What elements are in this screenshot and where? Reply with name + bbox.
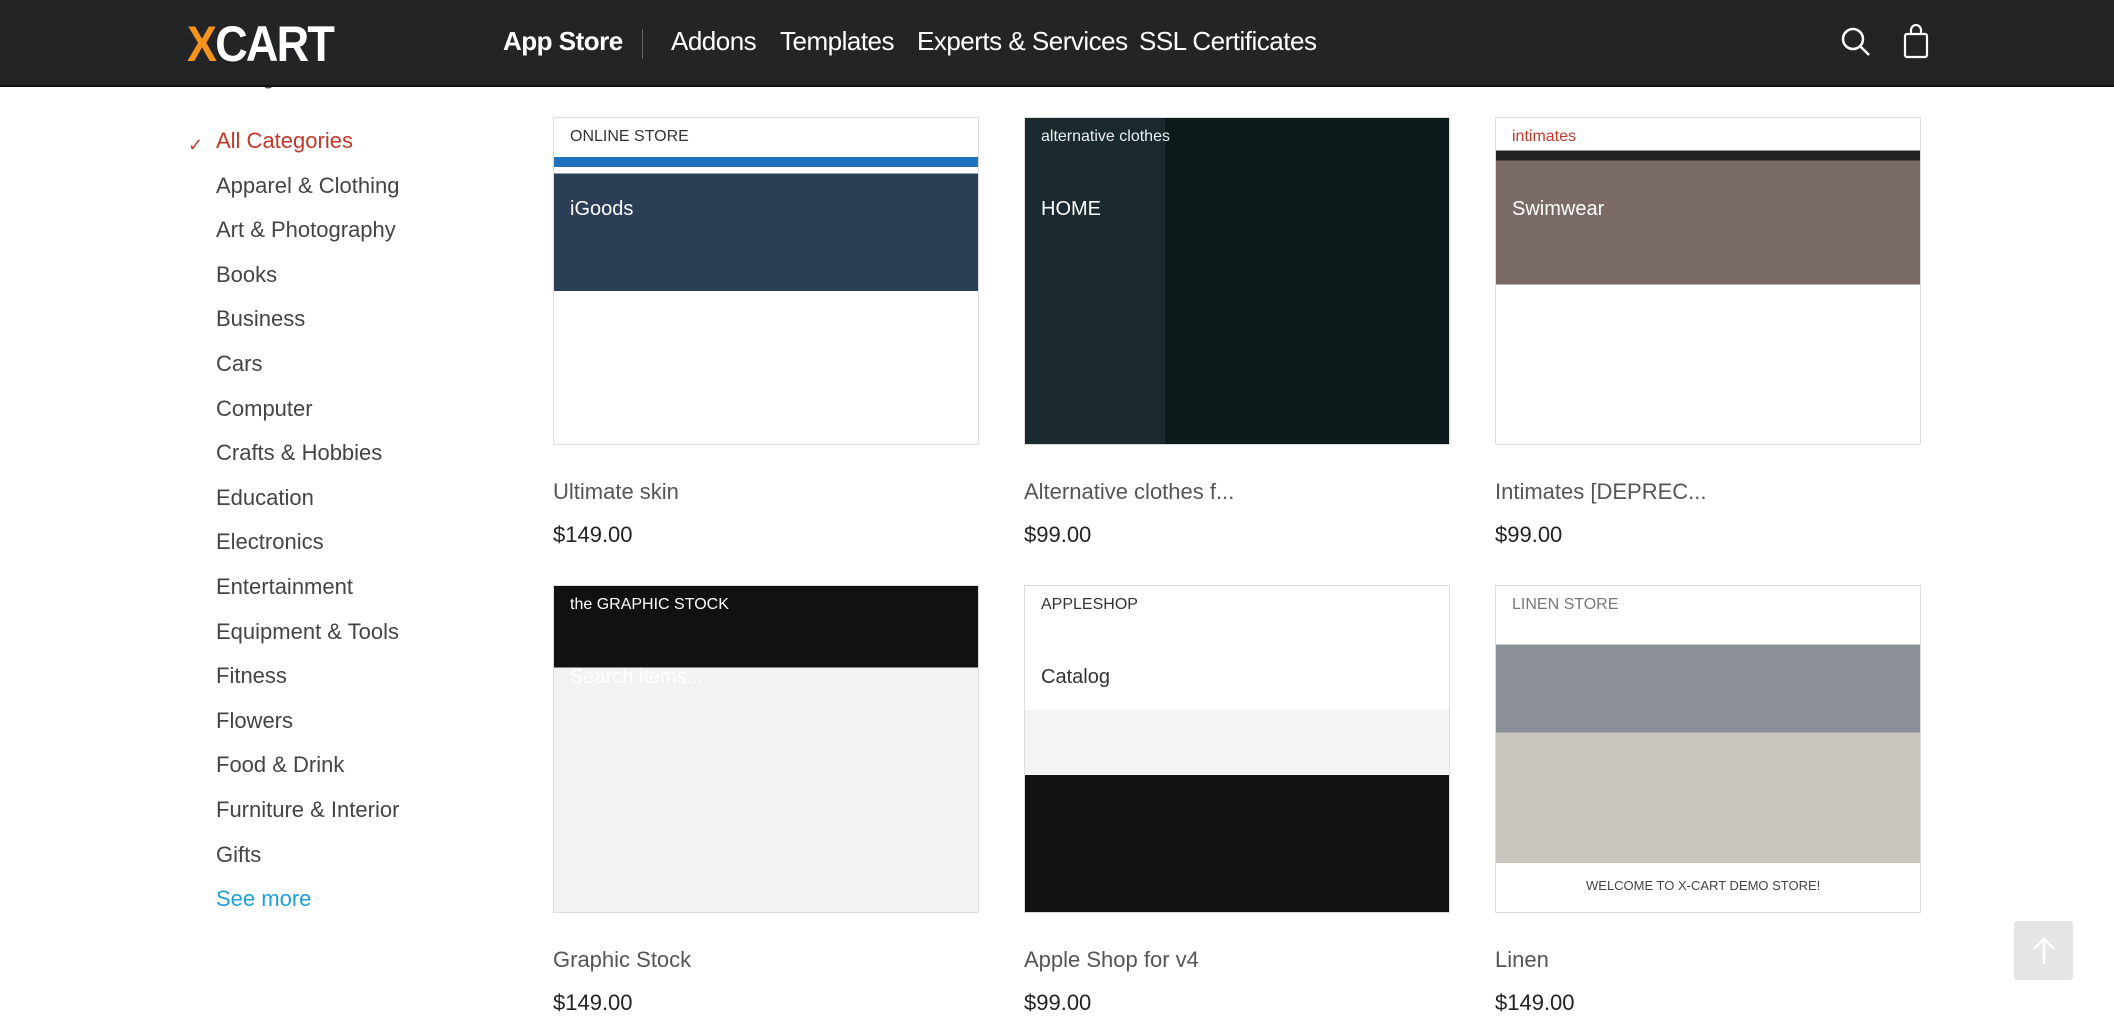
category-item[interactable]: Flowers [216,706,399,751]
thumbnail-brand-text: ONLINE STORE [570,128,689,145]
see-more-link[interactable]: See more [216,884,399,929]
arrow-up-icon [2032,936,2055,964]
category-item[interactable]: Furniture & Interior [216,795,399,840]
nav-divider [642,29,643,59]
category-item[interactable]: Gifts [216,840,399,885]
category-item[interactable]: Art & Photography [216,215,399,260]
category-label: Books [216,261,278,287]
product-title[interactable]: Apple Shop for v4 [1024,947,1199,973]
nav-app-store[interactable]: App Store [503,26,623,57]
category-label: Education [216,484,314,510]
category-item[interactable]: ✓ All Categories [188,126,399,171]
thumbnail-brand-text: the GRAPHIC STOCK [570,596,729,613]
category-label: Equipment & Tools [216,618,400,644]
product-thumbnail[interactable]: LINEN STORE WELCOME TO X-CART DEMO STORE… [1495,585,1921,913]
product-title[interactable]: Linen [1495,947,1549,973]
thumbnail-caption: iGoods [570,198,634,220]
product-title[interactable]: Ultimate skin [553,479,679,505]
category-label: Computer [216,395,313,421]
thumbnail-caption: Catalog [1041,666,1110,688]
product-price: $99.00 [1024,990,1092,1015]
category-item[interactable]: Fitness [216,661,399,706]
category-item[interactable]: Apparel & Clothing [216,171,399,216]
category-item[interactable]: Cars [216,349,399,394]
category-label: Entertainment [216,573,353,599]
thumbnail-caption: WELCOME TO X-CART DEMO STORE! [1586,878,1821,893]
category-item[interactable]: Computer [216,394,399,439]
category-label: Apparel & Clothing [216,172,400,198]
category-label: Electronics [216,529,324,555]
product-title[interactable]: Alternative clothes f... [1024,479,1234,505]
product-card[interactable]: APPLESHOP Catalog Apple Shop for v4 $99.… [1024,585,1450,1015]
xcart-logo[interactable]: XCART [187,16,335,72]
thumbnail-brand-text: APPLESHOP [1041,596,1138,613]
category-item[interactable]: Equipment & Tools [216,617,399,662]
product-thumbnail[interactable]: ONLINE STORE iGoods [553,117,979,445]
thumbnail-caption: Search items... [570,666,704,688]
category-label: Fitness [216,663,287,689]
product-card[interactable]: the GRAPHIC STOCK Search items... Graphi… [553,585,979,1015]
category-item[interactable]: Crafts & Hobbies [216,438,399,483]
thumbnail-brand-text: LINEN STORE [1512,596,1619,613]
product-card[interactable]: intimates Swimwear Intimates [DEPREC... … [1495,117,1921,547]
category-item[interactable]: Food & Drink [216,750,399,795]
product-card[interactable]: alternative clothes HOME Alternative clo… [1024,117,1450,547]
thumbnail-brand-text: intimates [1512,128,1577,145]
product-thumbnail[interactable]: APPLESHOP Catalog [1024,585,1450,913]
category-sidebar: ✓ All Categories Apparel & Clothing Art & P… [188,126,399,929]
check-icon: ✓ [188,135,204,155]
nav-addons[interactable]: Addons [671,26,757,57]
category-label: Flowers [216,707,294,733]
product-card[interactable]: ONLINE STORE iGoods Ultimate skin $149.0… [553,117,979,547]
nav-templates[interactable]: Templates [780,26,895,57]
category-item[interactable]: Education [216,483,399,528]
category-label: Cars [216,350,263,376]
product-title[interactable]: Graphic Stock [553,947,691,973]
product-price: $99.00 [1024,522,1092,547]
nav-ssl-certificates[interactable]: SSL Certificates [1139,26,1317,57]
product-price: $149.00 [1495,990,1575,1015]
category-item[interactable]: Books [216,260,399,305]
product-card[interactable]: LINEN STORE WELCOME TO X-CART DEMO STORE… [1495,585,1921,1015]
product-thumbnail[interactable]: intimates Swimwear [1495,117,1921,445]
category-item[interactable]: Business [216,304,399,349]
product-title[interactable]: Intimates [DEPREC... [1495,479,1707,505]
top-header: XCART App Store Addons Templates Experts… [0,0,2114,87]
search-icon[interactable] [1838,24,1874,60]
product-price: $99.00 [1495,522,1563,547]
product-price: $149.00 [553,990,633,1015]
category-item[interactable]: Entertainment [216,572,399,617]
category-label: All Categories [216,128,353,153]
shopping-bag-icon[interactable] [1898,24,1934,60]
product-price: $149.00 [553,522,633,547]
category-label: Art & Photography [216,217,396,243]
category-label: Business [216,306,306,332]
product-thumbnail[interactable]: alternative clothes HOME [1024,117,1450,445]
thumbnail-caption: HOME [1041,198,1101,220]
product-thumbnail[interactable]: the GRAPHIC STOCK Search items... [553,585,979,913]
category-label: Food & Drink [216,752,345,778]
category-label: Gifts [216,841,262,867]
category-label: Crafts & Hobbies [216,440,383,466]
nav-experts-services[interactable]: Experts & Services [917,26,1128,57]
category-label: Furniture & Interior [216,796,400,822]
thumbnail-brand-text: alternative clothes [1041,128,1170,145]
back-to-top-button[interactable] [2014,921,2073,980]
category-item[interactable]: Electronics [216,527,399,572]
thumbnail-caption: Swimwear [1512,198,1605,220]
